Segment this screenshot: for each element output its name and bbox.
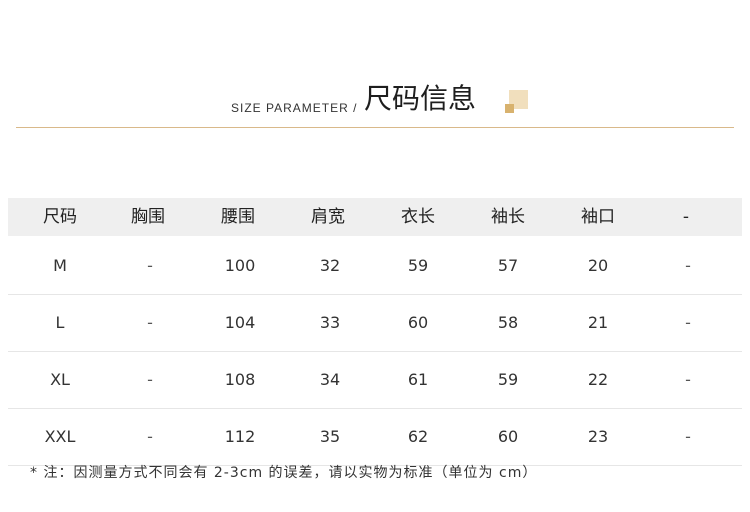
cell-length: 59 [407,256,429,275]
cell-shoulder: 35 [319,427,341,446]
cell-cuff: 20 [587,256,609,275]
column-header-waist: 腰围 [221,207,255,227]
table-row: XXL - 112 35 62 60 23 - [8,409,742,466]
table-row: L - 104 33 60 58 21 - [8,295,742,352]
cell-blank: - [685,427,691,446]
cell-size: M [53,256,67,275]
cell-sleeve: 59 [497,370,519,389]
cell-size: L [55,313,65,332]
cell-sleeve: 58 [497,313,519,332]
cell-size: XXL [44,427,76,446]
cell-blank: - [685,256,691,275]
column-header-shoulder: 肩宽 [311,207,345,227]
column-header-sleeve: 袖长 [491,207,525,227]
table-row: M - 100 32 59 57 20 - [8,238,742,295]
header-divider [16,127,734,128]
cell-sleeve: 60 [497,427,519,446]
cell-length: 62 [407,427,429,446]
cell-cuff: 22 [587,370,609,389]
cell-chest: - [147,370,153,389]
cell-waist: 112 [224,427,256,446]
column-header-blank: - [682,207,690,227]
cell-size: XL [50,370,70,389]
size-table: 尺码 胸围 腰围 肩宽 衣长 袖长 袖口 - M - 100 32 59 57 … [8,198,742,466]
cell-blank: - [685,313,691,332]
column-header-cuff: 袖口 [581,207,615,227]
cell-length: 61 [407,370,429,389]
cell-chest: - [147,313,153,332]
cell-cuff: 23 [587,427,609,446]
cell-shoulder: 32 [319,256,341,275]
cell-waist: 108 [224,370,256,389]
measurement-footnote: * 注：因测量方式不同会有 2-3cm 的误差，请以实物为标准（单位为 cm） [30,465,538,481]
column-header-chest: 胸围 [131,207,165,227]
cell-waist: 104 [224,313,256,332]
cell-shoulder: 33 [319,313,341,332]
table-row: XL - 108 34 61 59 22 - [8,352,742,409]
cell-cuff: 21 [587,313,609,332]
decorative-square-small [505,104,514,113]
cell-chest: - [147,256,153,275]
column-header-length: 衣长 [401,207,435,227]
table-header-row: 尺码 胸围 腰围 肩宽 衣长 袖长 袖口 - [8,198,742,236]
cell-length: 60 [407,313,429,332]
cell-shoulder: 34 [319,370,341,389]
header-title-en: SIZE PARAMETER / [231,101,358,115]
cell-sleeve: 57 [497,256,519,275]
cell-chest: - [147,427,153,446]
header-title-cn: 尺码信息 [364,82,477,115]
column-header-size: 尺码 [43,207,77,227]
cell-waist: 100 [224,256,256,275]
cell-blank: - [685,370,691,389]
